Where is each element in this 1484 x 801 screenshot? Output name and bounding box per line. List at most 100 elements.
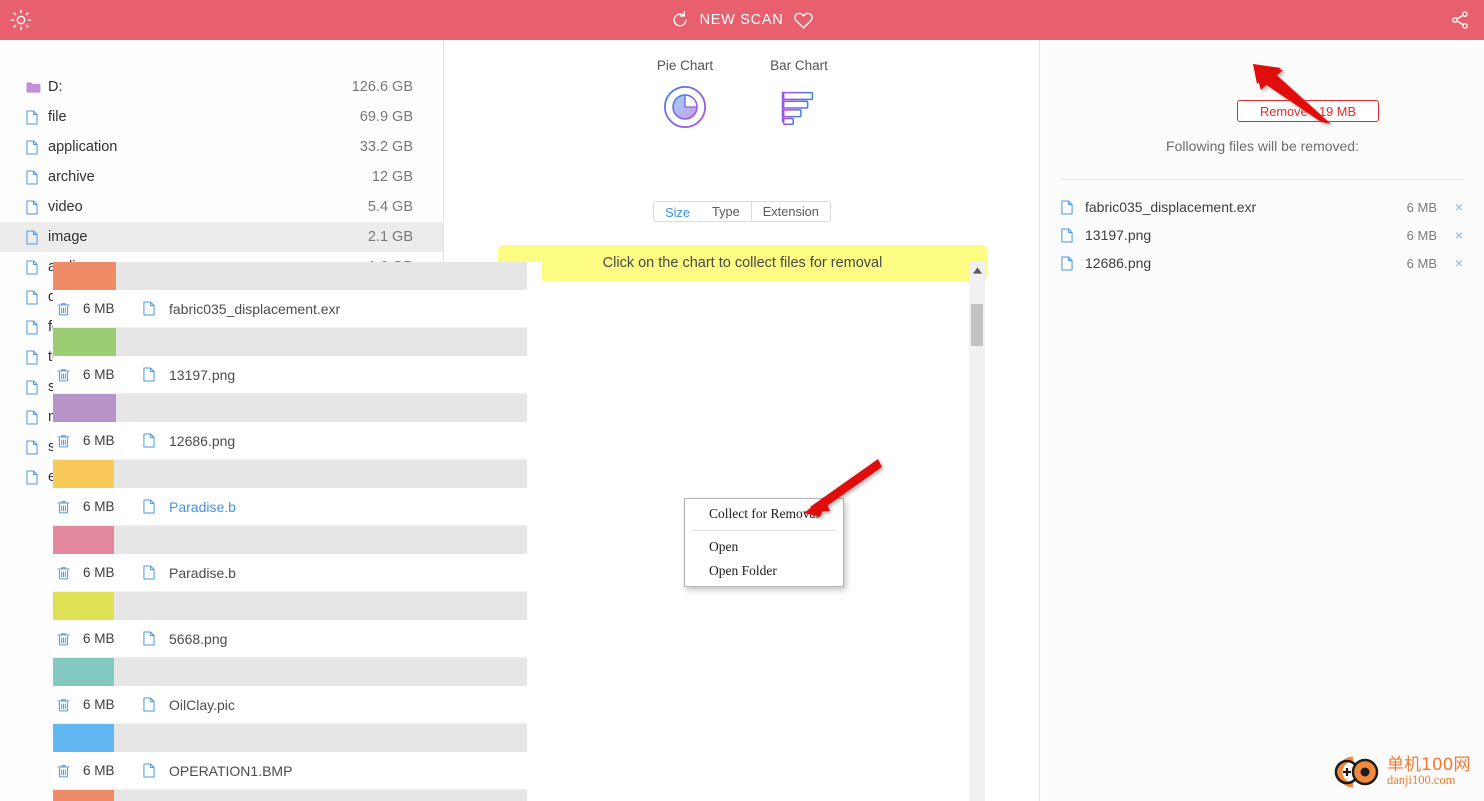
chart-bar-track[interactable] [53,460,527,488]
group-by-type[interactable]: Type [700,202,752,221]
file-icon [143,565,155,580]
file-icon [1061,228,1085,243]
sidebar-item-image[interactable]: image 2.1 GB [0,222,443,252]
site-watermark: 单机100网 danji100.com [1325,752,1470,792]
pie-chart-icon[interactable] [630,83,740,131]
scrollbar-thumb[interactable] [971,304,983,346]
heart-icon[interactable] [793,10,814,31]
file-name[interactable]: OilClay.pic [169,697,235,713]
chevron-up-icon[interactable] [969,262,985,279]
close-icon[interactable]: × [1451,255,1467,271]
file-row[interactable]: 6 MB OilClay.pic [53,686,527,724]
removal-file-size: 6 MB [1406,199,1437,215]
file-row[interactable]: 6 MB Paradise.b [53,488,527,526]
sidebar-item-label: image [48,229,88,245]
file-row[interactable]: 6 MB fabric035_displacement.exr [53,290,527,328]
file-icon [26,140,48,155]
new-scan-label[interactable]: NEW SCAN [700,12,784,28]
refresh-icon[interactable] [670,10,690,30]
file-icon [26,260,48,275]
trash-icon[interactable] [57,368,77,382]
file-icon [143,631,155,646]
removal-subtitle: Following files will be removed: [1166,138,1359,154]
sidebar-item-label: file [48,109,67,125]
file-row[interactable]: 6 MB Paradise.b [53,554,527,592]
trash-icon [57,566,70,579]
file-icon [143,433,155,448]
file-icon [26,200,38,214]
file-name[interactable]: 5668.png [169,631,227,647]
chart-bar[interactable] [53,328,117,356]
trash-icon[interactable] [57,698,77,712]
close-icon[interactable]: × [1451,227,1467,243]
chart-bar-track[interactable] [53,394,527,422]
file-context-menu[interactable]: Collect for Removal Open Open Folder [684,498,844,587]
sidebar-item-archive[interactable]: archive 12 GB [0,162,443,192]
sidebar-item-video[interactable]: video 5.4 GB [0,192,443,222]
file-list-scrollbar[interactable] [969,262,985,801]
chart-bar[interactable] [53,526,114,554]
file-size: 6 MB [83,763,115,778]
trash-icon[interactable] [57,632,77,646]
tab-pie-chart[interactable]: Pie Chart [630,58,740,131]
file-name[interactable]: 12686.png [169,433,235,449]
chart-bar[interactable] [53,790,114,801]
chart-type-switcher: Pie Chart Bar Chart [445,58,1039,131]
file-name[interactable]: 13197.png [169,367,235,383]
context-menu-collect-for-removal[interactable]: Collect for Removal [685,502,843,526]
file-name[interactable]: OPERATION1.BMP [169,763,292,779]
chart-bar-track[interactable] [53,526,527,554]
watermark-cn: 单机100网 [1387,754,1471,775]
trash-icon[interactable] [57,434,77,448]
removal-file-size: 6 MB [1406,227,1437,243]
chart-hint-banner: Click on the chart to collect files for … [498,245,987,281]
trash-icon[interactable] [57,566,77,580]
sidebar-item-file[interactable]: file 69.9 GB [0,102,443,132]
removal-file-name: 13197.png [1085,227,1152,243]
context-menu-open[interactable]: Open [685,535,843,559]
file-row[interactable]: 6 MB 12686.png [53,422,527,460]
share-icon[interactable] [1450,10,1470,30]
chart-bar-track[interactable] [53,724,527,752]
sidebar-item-application[interactable]: application 33.2 GB [0,132,443,162]
file-row[interactable]: 6 MB 5668.png [53,620,527,658]
tab-bar-chart[interactable]: Bar Chart [744,58,854,131]
file-icon [26,440,38,454]
chart-bar[interactable] [53,592,114,620]
remove-button[interactable]: Remove · 19 MB [1237,100,1379,122]
pie-chart-label: Pie Chart [656,58,714,73]
context-menu-open-folder[interactable]: Open Folder [685,559,843,583]
chart-bar-track[interactable] [53,658,527,686]
chart-bar[interactable] [53,724,114,752]
file-row[interactable]: 6 MB 13197.png [53,356,527,394]
file-icon [1061,200,1085,215]
trash-icon[interactable] [57,764,77,778]
folder-icon [26,81,41,93]
file-name[interactable]: Paradise.b [169,565,236,581]
sidebar-item-label: D: [48,79,63,95]
file-name[interactable]: Paradise.b [169,499,236,515]
chart-bar-track[interactable] [53,790,527,801]
close-icon[interactable]: × [1451,199,1467,215]
trash-icon [57,764,70,777]
watermark-en: danji100.com [1387,773,1456,788]
file-size: 6 MB [83,499,115,514]
chart-bar-track[interactable] [53,592,527,620]
file-icon [143,631,169,646]
chart-bar[interactable] [53,460,114,488]
chart-bar[interactable] [53,262,117,290]
sidebar-item-d[interactable]: D: 126.6 GB [0,72,443,102]
group-by-extension[interactable]: Extension [751,202,830,221]
file-row[interactable]: 6 MB OPERATION1.BMP [53,752,527,790]
bar-chart-icon[interactable] [744,83,854,131]
chart-bar-track[interactable] [53,262,527,290]
file-name[interactable]: fabric035_displacement.exr [169,301,340,317]
group-by-size[interactable]: Size [654,202,702,221]
chart-bar[interactable] [53,394,117,422]
trash-icon[interactable] [57,500,77,514]
folder-icon [26,81,48,94]
chart-bar[interactable] [53,658,114,686]
trash-icon[interactable] [57,302,77,316]
chart-bar-track[interactable] [53,328,527,356]
file-bar-list[interactable]: 6 MB fabric035_displacement.exr 6 MB 13197.… [53,262,542,801]
